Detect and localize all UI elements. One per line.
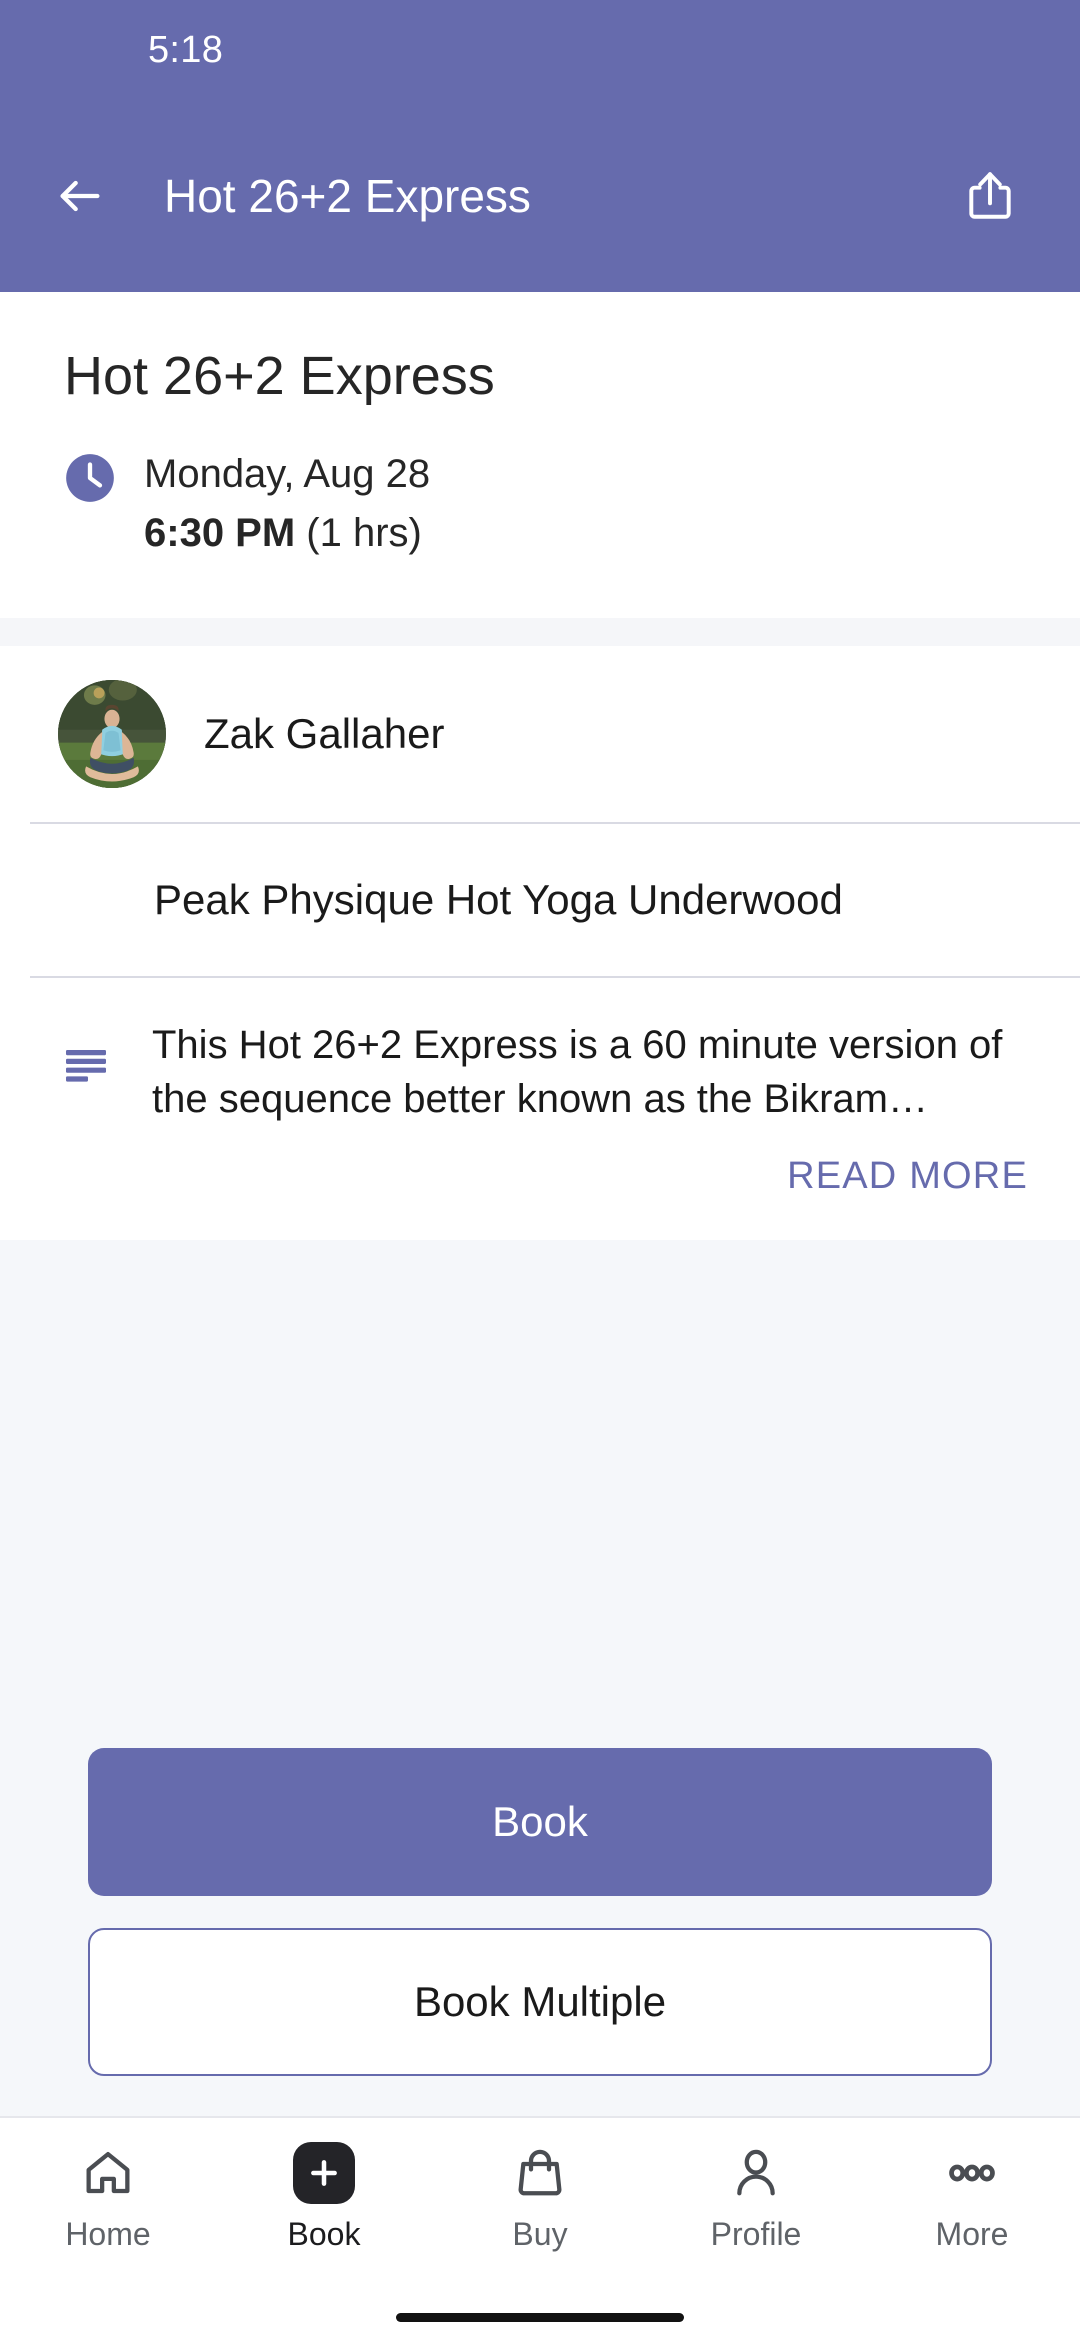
event-title-block: Hot 26+2 Express Monday, Aug 28 6:30 PM … xyxy=(0,292,1080,618)
event-time: 6:30 PM (1 hrs) xyxy=(144,507,430,560)
event-time-value: 6:30 PM xyxy=(144,511,296,556)
description-row: This Hot 26+2 Express is a 60 minute ver… xyxy=(0,978,1080,1149)
status-bar: 5:18 xyxy=(0,0,1080,100)
description-text: This Hot 26+2 Express is a 60 minute ver… xyxy=(152,1023,1003,1122)
app-bar-container: 5:18 Hot 26+2 Express xyxy=(0,0,1080,292)
book-multiple-button[interactable]: Book Multiple xyxy=(88,1928,992,2076)
app-screen: 5:18 Hot 26+2 Express Hot 26+2 Express M… xyxy=(0,0,1080,2340)
read-more-row: READ MORE xyxy=(0,1149,1080,1240)
share-button[interactable] xyxy=(954,160,1026,232)
home-indicator[interactable] xyxy=(396,2312,684,2322)
avatar-image xyxy=(58,680,166,789)
location-name: Peak Physique Hot Yoga Underwood xyxy=(154,876,843,924)
ellipsis-icon xyxy=(941,2142,1003,2204)
person-icon xyxy=(725,2142,787,2204)
read-more-link[interactable]: READ MORE xyxy=(787,1155,1028,1198)
nav-item-home[interactable]: Home xyxy=(0,2142,216,2253)
description-lines-icon xyxy=(62,1040,110,1088)
event-date: Monday, Aug 28 xyxy=(144,452,431,497)
plus-icon xyxy=(293,2142,355,2204)
clock-icon xyxy=(64,452,116,504)
nav-label-buy: Buy xyxy=(512,2216,568,2252)
instructor-name: Zak Gallaher xyxy=(204,710,445,758)
avatar xyxy=(58,680,166,789)
app-bar-title: Hot 26+2 Express xyxy=(164,170,531,222)
nav-label-profile: Profile xyxy=(710,2216,802,2252)
arrow-left-icon xyxy=(60,180,100,212)
nav-label-home: Home xyxy=(65,2216,151,2252)
nav-item-buy[interactable]: Buy xyxy=(432,2142,648,2253)
content-spacer xyxy=(0,1239,1080,1748)
event-duration: (1 hrs) xyxy=(306,511,422,556)
card-gap xyxy=(0,618,1080,647)
home-icon xyxy=(77,2142,139,2204)
status-bar-clock: 5:18 xyxy=(148,28,224,71)
home-indicator-area xyxy=(0,2294,1080,2340)
event-details-card: Zak Gallaher Peak Physique Hot Yoga Unde… xyxy=(0,646,1080,1240)
page-title: Hot 26+2 Express xyxy=(64,346,495,406)
location-row[interactable]: Peak Physique Hot Yoga Underwood xyxy=(0,824,1080,976)
nav-item-book[interactable]: Book xyxy=(216,2142,432,2253)
action-buttons: Book Book Multiple xyxy=(0,1748,1080,2116)
event-datetime-text: Monday, Aug 28 6:30 PM (1 hrs) xyxy=(144,448,430,560)
nav-label-more: More xyxy=(935,2216,1009,2252)
app-bar: Hot 26+2 Express xyxy=(0,100,1080,292)
nav-label-book: Book xyxy=(287,2216,361,2252)
instructor-row[interactable]: Zak Gallaher xyxy=(0,646,1080,822)
event-datetime-row: Monday, Aug 28 6:30 PM (1 hrs) xyxy=(64,448,1020,560)
bag-icon xyxy=(509,2142,571,2204)
back-button[interactable] xyxy=(46,162,114,230)
book-button[interactable]: Book xyxy=(88,1748,992,1896)
bottom-navigation: Home Book Buy Profile More xyxy=(0,2116,1080,2294)
nav-item-more[interactable]: More xyxy=(864,2142,1080,2253)
share-icon xyxy=(969,172,1011,219)
nav-item-profile[interactable]: Profile xyxy=(648,2142,864,2253)
event-summary-card: Hot 26+2 Express Monday, Aug 28 6:30 PM … xyxy=(0,292,1080,619)
